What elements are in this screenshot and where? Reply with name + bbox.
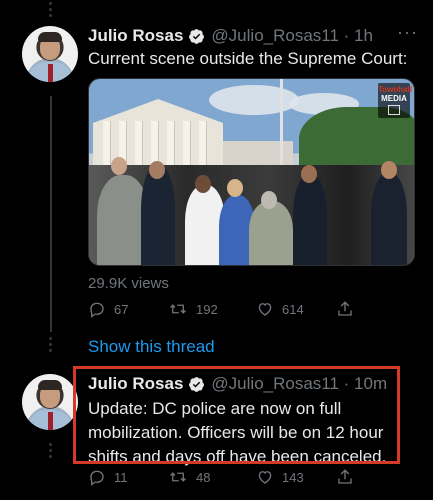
- view-count: 29.9K views: [88, 275, 169, 292]
- tweet-header: Julio Rosas @Julio_Rosas11 · 10m: [88, 372, 387, 396]
- author-handle[interactable]: @Julio_Rosas11 · 1h: [211, 26, 373, 46]
- tweet-header: Julio Rosas @Julio_Rosas11 · 1h: [88, 24, 373, 48]
- thread-connector-line: [50, 96, 52, 332]
- retweet-icon: [170, 472, 186, 482]
- reply-button[interactable]: 11: [88, 468, 168, 486]
- author-handle[interactable]: @Julio_Rosas11 · 10m: [211, 374, 387, 394]
- tweet-actions: 11 48 143: [88, 468, 366, 486]
- show-thread-link[interactable]: Show this thread: [88, 337, 215, 357]
- thread-dots-middle: [48, 337, 54, 352]
- reply-button[interactable]: 67: [88, 300, 168, 318]
- retweet-icon: [170, 304, 186, 314]
- retweet-count: 48: [196, 469, 211, 485]
- retweet-count: 192: [196, 301, 218, 317]
- reply-count: 67: [114, 301, 129, 317]
- reply-count: 11: [114, 469, 128, 485]
- avatar[interactable]: [22, 26, 78, 82]
- tweet-video[interactable]: Townhall MEDIA: [88, 78, 415, 266]
- retweet-button[interactable]: 192: [168, 300, 256, 318]
- thread-dots-bottom: [48, 443, 54, 458]
- like-button[interactable]: 614: [256, 300, 336, 318]
- townhall-media-logo: Townhall MEDIA: [378, 83, 412, 118]
- like-count: 143: [282, 469, 304, 485]
- like-count: 614: [282, 301, 304, 317]
- author-name[interactable]: Julio Rosas: [88, 26, 183, 46]
- thread-dots-top: [48, 2, 54, 17]
- verified-badge-icon: [188, 28, 205, 45]
- author-name[interactable]: Julio Rosas: [88, 374, 183, 394]
- retweet-button[interactable]: 48: [168, 468, 256, 486]
- heart-icon: [258, 471, 272, 484]
- share-icon: [338, 301, 352, 316]
- avatar[interactable]: [22, 374, 78, 430]
- tweet-actions: 67 192 614: [88, 300, 366, 318]
- reply-icon: [90, 302, 104, 318]
- more-options-icon[interactable]: ···: [397, 22, 418, 43]
- share-button[interactable]: [336, 300, 366, 318]
- tweet-text: Update: DC police are now on full mobili…: [88, 399, 387, 466]
- tweet-text: Current scene outside the Supreme Court:: [88, 49, 408, 68]
- verified-badge-icon: [188, 376, 205, 393]
- reply-icon: [90, 470, 104, 486]
- share-button[interactable]: [336, 468, 366, 486]
- heart-icon: [258, 303, 272, 316]
- like-button[interactable]: 143: [256, 468, 336, 486]
- share-icon: [338, 469, 352, 484]
